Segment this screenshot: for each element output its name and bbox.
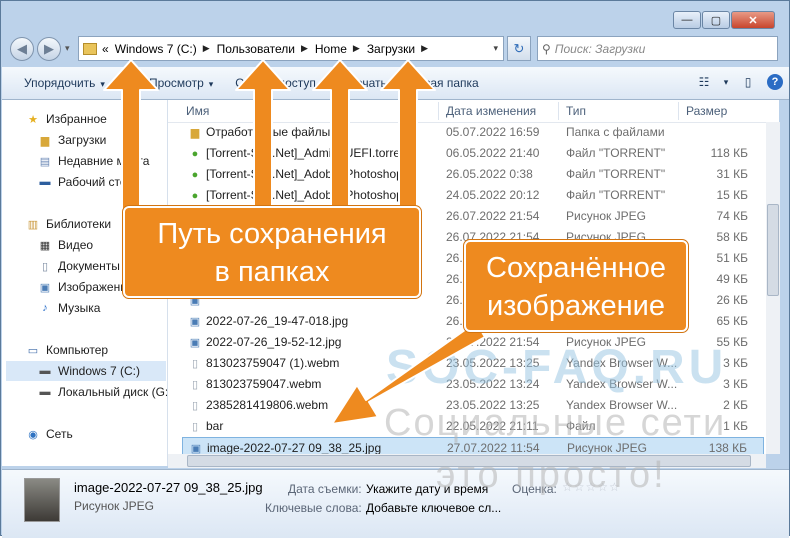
path-callout: Путь сохранения в папках bbox=[123, 206, 421, 298]
path-callout-line1: Путь сохранения bbox=[157, 218, 387, 250]
path-callout-line2: в папках bbox=[214, 256, 330, 288]
arrow-up-downloads bbox=[380, 59, 436, 211]
arrow-to-file bbox=[331, 321, 486, 425]
arrow-up-home bbox=[312, 59, 368, 211]
arrow-up-users bbox=[235, 59, 291, 211]
saved-image-callout: Сохранённое изображение bbox=[464, 240, 688, 332]
arrow-up-drive bbox=[103, 59, 159, 211]
saved-callout-line2: изображение bbox=[486, 290, 666, 322]
saved-callout-line1: Сохранённое bbox=[486, 252, 666, 284]
